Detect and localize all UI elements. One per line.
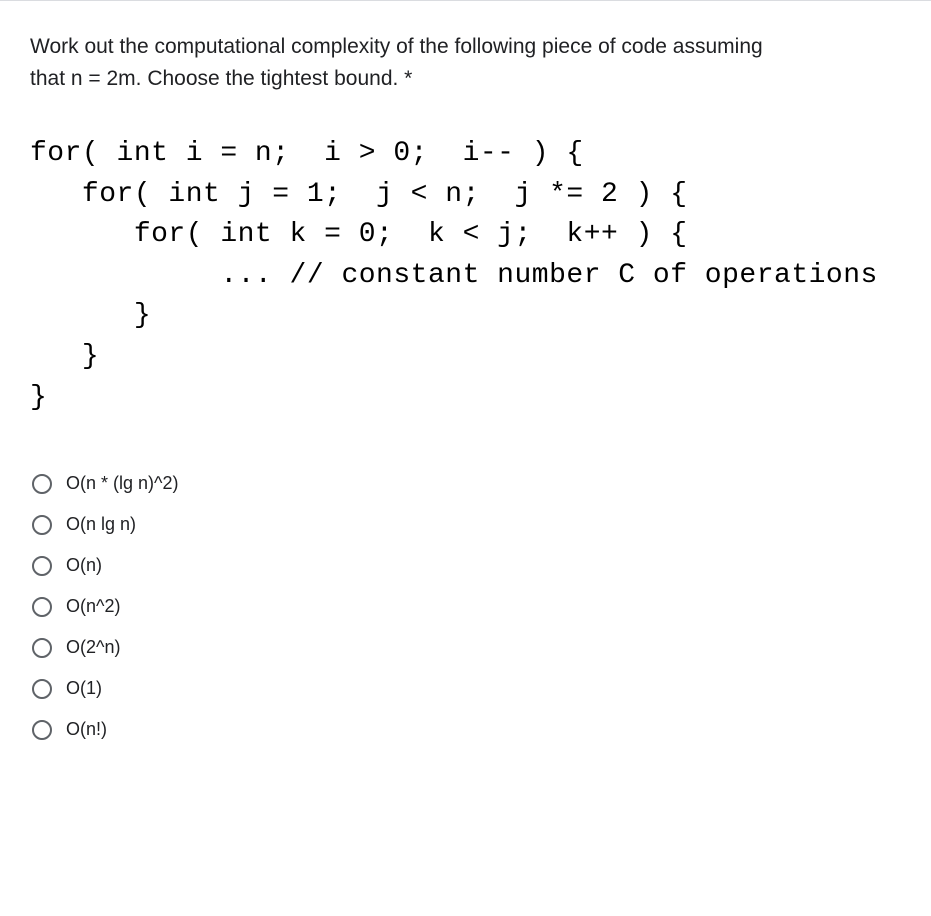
question-text-line1: Work out the computational complexity of… bbox=[30, 35, 763, 58]
option-6[interactable]: O(n!) bbox=[32, 719, 901, 740]
radio-icon bbox=[32, 638, 52, 658]
question-card: Work out the computational complexity of… bbox=[0, 0, 931, 916]
required-marker: * bbox=[398, 67, 412, 90]
option-label: O(1) bbox=[66, 678, 102, 699]
option-label: O(n!) bbox=[66, 719, 107, 740]
radio-icon bbox=[32, 679, 52, 699]
radio-icon bbox=[32, 474, 52, 494]
code-snippet: for( int i = n; i > 0; i-- ) { for( int … bbox=[30, 134, 901, 418]
option-3[interactable]: O(n^2) bbox=[32, 596, 901, 617]
option-5[interactable]: O(1) bbox=[32, 678, 901, 699]
option-label: O(n^2) bbox=[66, 596, 120, 617]
radio-icon bbox=[32, 597, 52, 617]
radio-icon bbox=[32, 556, 52, 576]
radio-icon bbox=[32, 720, 52, 740]
option-2[interactable]: O(n) bbox=[32, 555, 901, 576]
option-label: O(n) bbox=[66, 555, 102, 576]
option-label: O(n * (lg n)^2) bbox=[66, 473, 178, 494]
options-list: O(n * (lg n)^2) O(n lg n) O(n) O(n^2) O(… bbox=[30, 473, 901, 740]
question-text-line2: that n = 2m. Choose the tightest bound. bbox=[30, 67, 398, 90]
option-0[interactable]: O(n * (lg n)^2) bbox=[32, 473, 901, 494]
option-label: O(2^n) bbox=[66, 637, 120, 658]
option-1[interactable]: O(n lg n) bbox=[32, 514, 901, 535]
option-4[interactable]: O(2^n) bbox=[32, 637, 901, 658]
radio-icon bbox=[32, 515, 52, 535]
option-label: O(n lg n) bbox=[66, 514, 136, 535]
question-prompt: Work out the computational complexity of… bbox=[30, 31, 901, 94]
